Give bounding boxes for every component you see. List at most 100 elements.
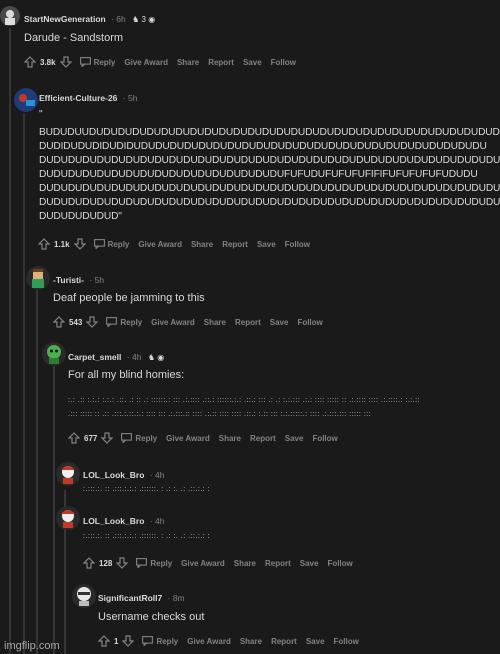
- braille-line: :.:::.:. :: .:::.:.:.: .::::::. : .: :. …: [83, 486, 211, 493]
- vote-count: 677: [84, 433, 98, 443]
- comment-time: · 4h: [149, 516, 165, 526]
- reply-button[interactable]: Reply: [94, 58, 116, 67]
- save-button[interactable]: Save: [257, 240, 276, 249]
- save-button[interactable]: Save: [243, 58, 262, 67]
- give-award-button[interactable]: Give Award: [151, 318, 195, 327]
- braille-line: :.:::.:. :: .:::.:.:.: .::::::. : .: :. …: [83, 533, 211, 540]
- author-name[interactable]: Efficient-Culture-26: [39, 93, 117, 103]
- avatar[interactable]: [42, 342, 66, 366]
- upvote-icon[interactable]: [67, 432, 81, 444]
- upvote-icon[interactable]: [23, 56, 37, 68]
- follow-button[interactable]: Follow: [285, 240, 310, 249]
- report-button[interactable]: Report: [265, 559, 291, 568]
- reply-icon[interactable]: [93, 239, 105, 250]
- avatar[interactable]: [56, 506, 80, 530]
- comment-time: · 4h: [149, 470, 165, 480]
- share-button[interactable]: Share: [177, 58, 199, 67]
- upvote-icon[interactable]: [97, 635, 111, 647]
- upvote-icon[interactable]: [52, 316, 66, 328]
- share-button[interactable]: Share: [204, 318, 226, 327]
- comment-time: · 6h: [111, 14, 126, 24]
- reply-icon[interactable]: [79, 57, 91, 68]
- downvote-icon[interactable]: [85, 316, 99, 328]
- comment-text-line: DUDUDUDUDUDUDUDUDUDUDUDUDUDUDUDUDUDUDUDU…: [39, 197, 500, 208]
- share-button[interactable]: Share: [234, 559, 256, 568]
- comment-text-line: DUDIDUDUDIDUDIDUDUDUDUDUDUDUDUDUDUDUDUDU…: [39, 141, 487, 152]
- braille-line: .::: ::::: :: .:: .:::.:.::.:.: :::: :::…: [68, 411, 372, 418]
- downvote-icon[interactable]: [115, 557, 129, 569]
- author-name[interactable]: StartNewGeneration: [24, 14, 106, 24]
- save-button[interactable]: Save: [306, 637, 325, 646]
- give-award-button[interactable]: Give Award: [187, 637, 231, 646]
- downvote-icon[interactable]: [100, 432, 114, 444]
- comment-body: For all my blind homies:: [68, 369, 185, 381]
- give-award-button[interactable]: Give Award: [166, 434, 210, 443]
- share-button[interactable]: Share: [219, 434, 241, 443]
- reply-button[interactable]: Reply: [135, 434, 157, 443]
- vote-count: 3.8k: [40, 57, 56, 67]
- comment-text-line: BUDUDUUDUDUDUDUDUDUDUDUDUDUDUDUDUDUDUDUD…: [39, 127, 500, 138]
- avatar[interactable]: [0, 6, 20, 26]
- braille-line: :.: .:: :.:.: :.:.: .::. .: :: .: ::::::…: [68, 397, 421, 404]
- thread-line: [64, 588, 66, 654]
- report-button[interactable]: Report: [250, 434, 276, 443]
- author-name[interactable]: -Turisti-: [53, 275, 84, 285]
- follow-button[interactable]: Follow: [327, 559, 352, 568]
- avatar[interactable]: [56, 462, 80, 486]
- reply-icon[interactable]: [136, 558, 148, 569]
- reply-button[interactable]: Reply: [108, 240, 130, 249]
- upvote-icon[interactable]: [37, 238, 51, 250]
- avatar[interactable]: [72, 584, 96, 608]
- report-button[interactable]: Report: [222, 240, 248, 249]
- follow-button[interactable]: Follow: [297, 318, 322, 327]
- comment-body: Deaf people be jamming to this: [53, 292, 205, 304]
- comment-body: Darude - Sandstorm: [24, 32, 124, 44]
- avatar[interactable]: [14, 88, 38, 112]
- downvote-icon[interactable]: [122, 635, 135, 647]
- give-award-button[interactable]: Give Award: [181, 559, 225, 568]
- comment-time: · 4h: [126, 352, 142, 362]
- vote-count: 1: [114, 636, 119, 646]
- comment-text-line: DUDUDUDUDUD": [39, 211, 122, 222]
- thread-line: [53, 366, 55, 654]
- save-button[interactable]: Save: [270, 318, 289, 327]
- avatar[interactable]: [26, 266, 50, 290]
- author-name[interactable]: Carpet_smell: [68, 352, 121, 362]
- reply-button[interactable]: Reply: [156, 637, 178, 646]
- give-award-button[interactable]: Give Award: [138, 240, 182, 249]
- downvote-icon[interactable]: [73, 238, 87, 250]
- award-icon: ♞ 3 ◉: [132, 15, 156, 24]
- comment-text-line: DUDUDUDUDUDUDUDUDUDUDUDUDUDUDUDUDUDUDUDU…: [39, 183, 500, 194]
- reply-button[interactable]: Reply: [150, 559, 172, 568]
- follow-button[interactable]: Follow: [312, 434, 337, 443]
- reply-button[interactable]: Reply: [120, 318, 142, 327]
- follow-button[interactable]: Follow: [271, 58, 296, 67]
- save-button[interactable]: Save: [300, 559, 319, 568]
- report-button[interactable]: Report: [271, 637, 297, 646]
- report-button[interactable]: Report: [235, 318, 261, 327]
- comment-text-line: DUDUDUDUDUDUDUDUDUDUDUDUDUDUDUDUDUDUDUDU…: [39, 155, 500, 166]
- vote-count: 1.1k: [54, 239, 70, 249]
- author-name[interactable]: SignificantRoll7: [98, 593, 162, 603]
- share-button[interactable]: Share: [240, 637, 262, 646]
- reply-icon[interactable]: [142, 636, 154, 647]
- thread-line: [9, 28, 11, 654]
- share-button[interactable]: Share: [191, 240, 213, 249]
- save-button[interactable]: Save: [285, 434, 304, 443]
- thread-line: [23, 113, 25, 654]
- comment-body: Username checks out: [98, 611, 205, 623]
- vote-count: 128: [99, 558, 113, 568]
- give-award-button[interactable]: Give Award: [124, 58, 168, 67]
- thread-line: [36, 290, 38, 654]
- author-name[interactable]: LOL_Look_Bro: [83, 516, 144, 526]
- upvote-icon[interactable]: [82, 557, 96, 569]
- report-button[interactable]: Report: [208, 58, 234, 67]
- watermark: imgflip.com: [4, 640, 60, 652]
- reply-icon[interactable]: [121, 433, 133, 444]
- reply-icon[interactable]: [106, 317, 118, 328]
- follow-button[interactable]: Follow: [334, 637, 359, 646]
- author-name[interactable]: LOL_Look_Bro: [83, 470, 144, 480]
- downvote-icon[interactable]: [59, 56, 73, 68]
- comment-time: · 5h: [122, 93, 138, 103]
- vote-count: 543: [69, 317, 83, 327]
